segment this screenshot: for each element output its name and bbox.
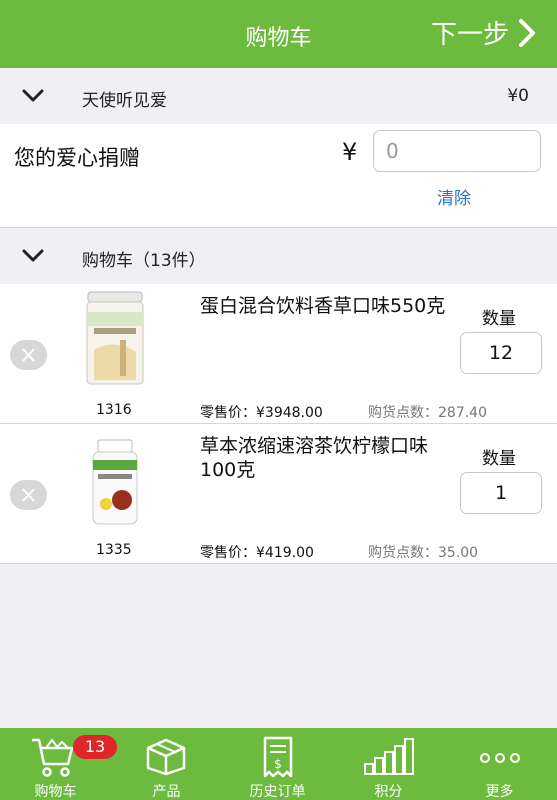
donation-row: 您的爱心捐赠 ¥ 清除 [0, 124, 557, 228]
clear-button[interactable]: 清除 [437, 184, 471, 209]
chevron-down-icon [22, 249, 44, 262]
quantity-label: 数量 [482, 449, 516, 469]
cart-icon [32, 738, 74, 777]
donation-amount-input[interactable] [373, 130, 541, 172]
bottom-tab-bar: 13 购物车 产品 $ 历史订单 积分 更多 [0, 728, 557, 800]
purchase-points: 购货点数：35.00 [368, 545, 479, 561]
quantity-input[interactable]: 1 [460, 472, 542, 514]
next-step-button[interactable]: 下一步 [431, 14, 537, 51]
next-step-label: 下一步 [430, 20, 509, 50]
purchase-points: 购货点数：287.40 [368, 405, 487, 421]
tab-label: 历史订单 [249, 784, 306, 800]
tab-label: 购物车 [34, 784, 77, 800]
product-code: 1335 [96, 542, 132, 558]
bar-chart-icon [364, 738, 414, 775]
more-icon [480, 753, 520, 763]
close-icon [22, 488, 35, 502]
retail-price: 零售价：¥3948.00 [200, 405, 323, 421]
receipt-icon: $ [263, 736, 293, 778]
donation-section-label: 天使听见爱 [82, 91, 167, 111]
tab-points[interactable]: 积分 [333, 728, 444, 800]
cart-section-header[interactable]: 购物车（13件） [0, 228, 557, 286]
remove-item-button[interactable] [10, 340, 47, 370]
svg-text:$: $ [274, 757, 282, 771]
quantity-label: 数量 [482, 309, 516, 329]
cart-item: 1335 草本浓缩速溶茶饮柠檬口味 100克 数量 1 零售价：¥419.00 … [0, 424, 557, 564]
product-image-herbal-tea [92, 439, 138, 525]
box-icon [146, 738, 186, 776]
cart-section-label: 购物车（13件） [82, 251, 206, 271]
tab-label: 更多 [485, 784, 514, 800]
product-image-protein-shake [86, 291, 144, 385]
product-code: 1316 [96, 402, 132, 418]
retail-price: 零售价：¥419.00 [200, 545, 314, 561]
currency-symbol: ¥ [342, 138, 358, 166]
donation-section-header[interactable]: 天使听见爱 ¥0 [0, 68, 557, 126]
tab-cart[interactable]: 13 购物车 [0, 728, 117, 800]
close-icon [22, 348, 35, 362]
tab-order-history[interactable]: $ 历史订单 [222, 728, 333, 800]
quantity-input[interactable]: 12 [460, 332, 542, 374]
tab-label: 积分 [374, 784, 403, 800]
tab-products[interactable]: 产品 [111, 728, 222, 800]
product-name: 蛋白混合饮料香草口味550克 [200, 295, 446, 317]
tab-more[interactable]: 更多 [444, 728, 555, 800]
top-bar: 购物车 下一步 [0, 0, 557, 68]
tab-label: 产品 [152, 784, 181, 800]
chevron-down-icon [22, 89, 44, 102]
product-name: 草本浓缩速溶茶饮柠檬口味 100克 [200, 435, 429, 481]
chevron-right-icon [519, 18, 535, 47]
remove-item-button[interactable] [10, 480, 47, 510]
donation-section-amount: ¥0 [507, 86, 529, 106]
donation-label: 您的爱心捐赠 [14, 146, 140, 170]
cart-item: 1316 蛋白混合饮料香草口味550克 数量 12 零售价：¥3948.00 购… [0, 284, 557, 424]
